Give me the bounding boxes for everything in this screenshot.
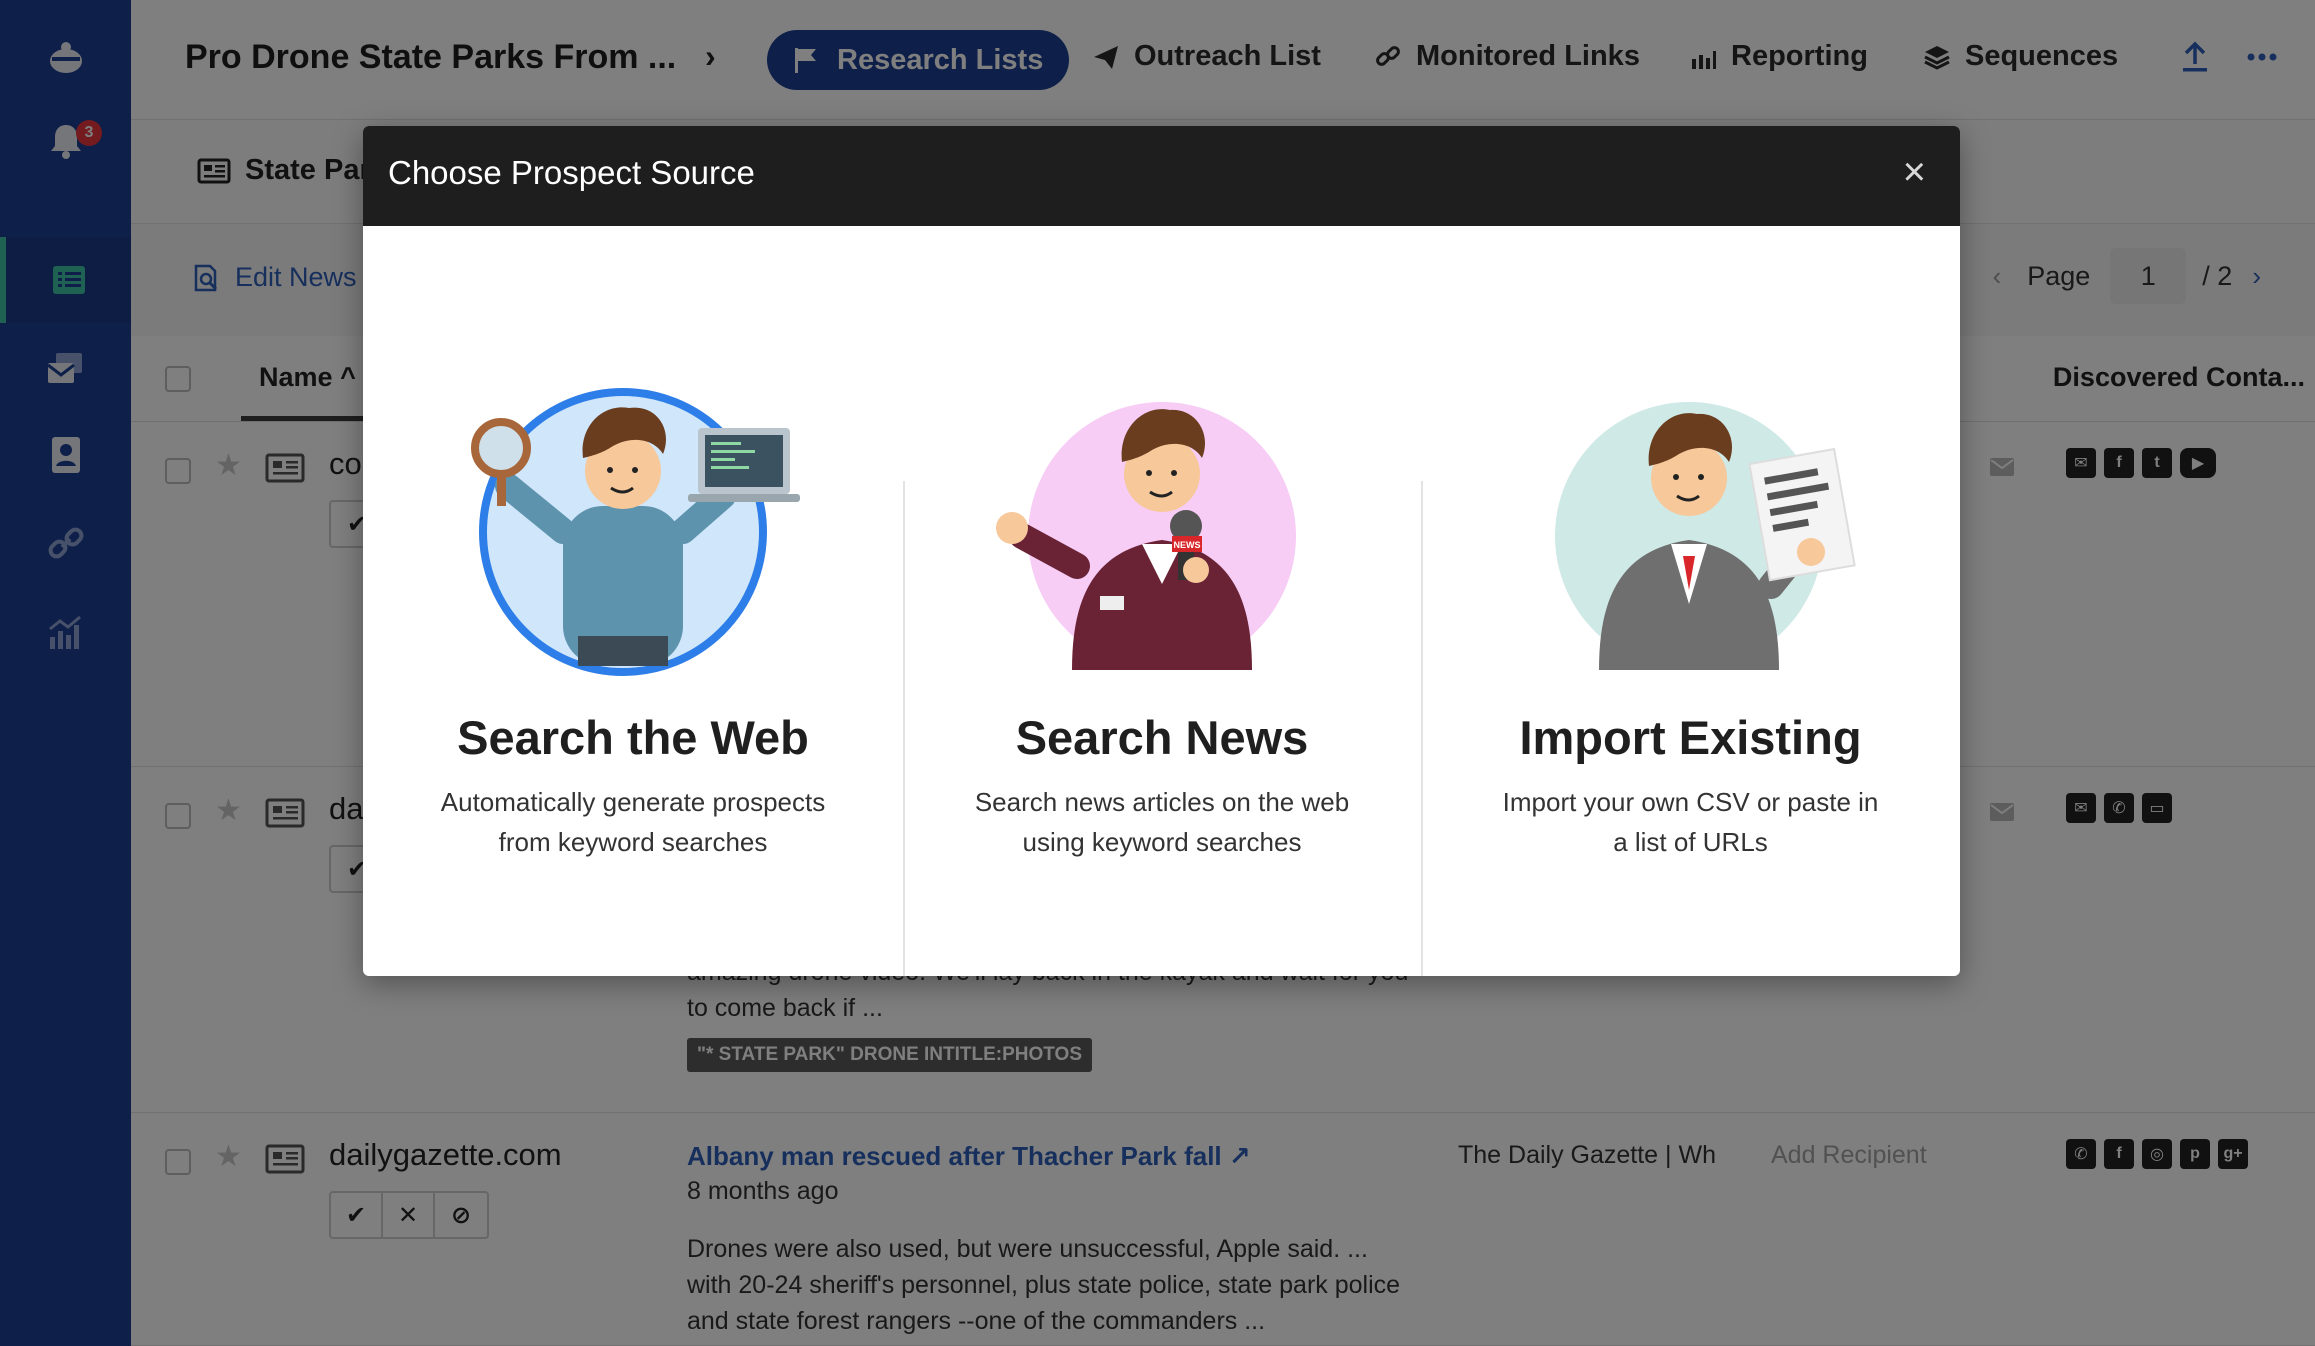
close-icon[interactable]: × — [1903, 152, 1926, 192]
svg-text:NEWS: NEWS — [1174, 540, 1201, 550]
news-reporter-illustration-icon: NEWS — [996, 402, 1296, 670]
option-title: Search News — [1015, 711, 1309, 764]
modal-header: Choose Prospect Source × — [363, 126, 1960, 226]
web-search-illustration-icon — [471, 388, 800, 676]
modal-title: Choose Prospect Source — [388, 154, 755, 191]
option-search-news[interactable]: NEWS Search News Search news articles on… — [903, 226, 1421, 976]
option-description: Search news articles on the web using ke… — [974, 787, 1350, 857]
option-search-web[interactable]: Search the Web Automatically generate pr… — [363, 226, 903, 976]
option-title: Search the Web — [457, 711, 809, 764]
option-description: Import your own CSV or paste in a list o… — [1502, 787, 1879, 857]
import-document-illustration-icon — [1554, 402, 1856, 670]
option-description: Automatically generate prospects from ke… — [440, 787, 826, 857]
option-import-existing[interactable]: Import Existing Import your own CSV or p… — [1421, 226, 1960, 976]
choose-prospect-source-modal: Choose Prospect Source × Search the Web … — [363, 126, 1960, 976]
option-title: Import Existing — [1519, 711, 1862, 764]
prospect-source-options: Search the Web Automatically generate pr… — [363, 226, 1960, 976]
